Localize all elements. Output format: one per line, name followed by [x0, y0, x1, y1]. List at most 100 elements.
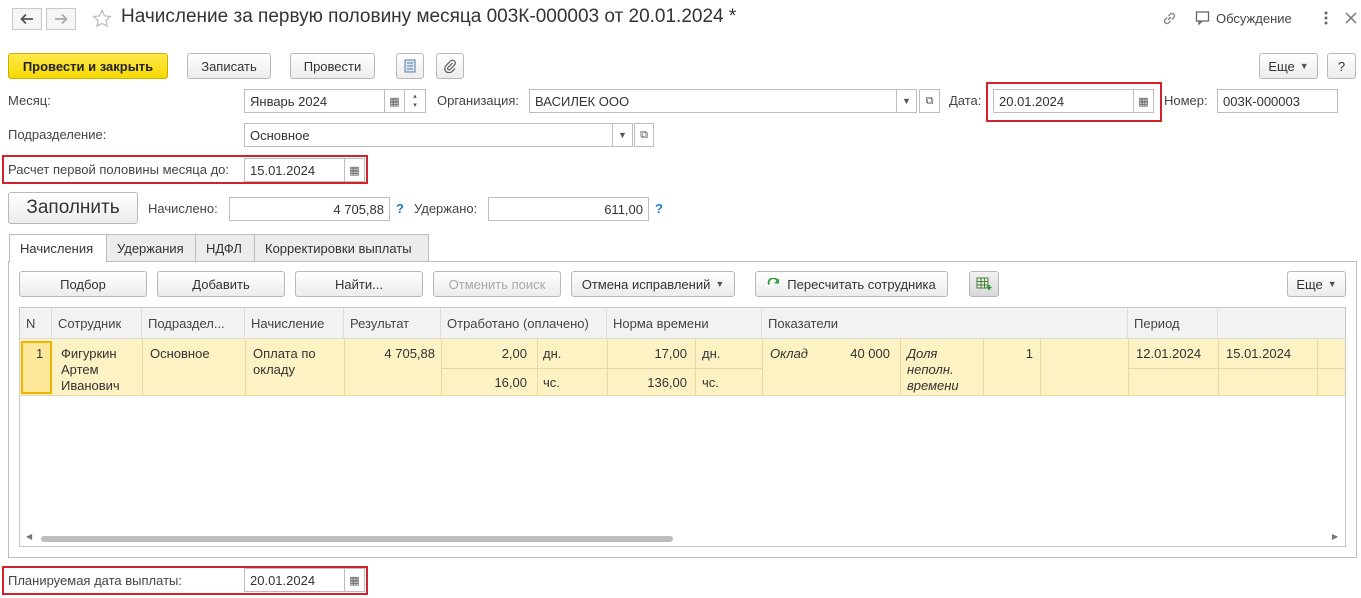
row-number: 1 [36, 346, 44, 361]
link-icon[interactable] [1161, 10, 1178, 27]
withheld-field: 611,00 [488, 197, 649, 221]
add-button[interactable]: Добавить [157, 271, 285, 297]
help-button[interactable]: ? [1327, 53, 1356, 79]
column-header-division[interactable]: Подраздел... [142, 308, 245, 339]
caret-down-icon: ▼ [1327, 279, 1337, 289]
forward-button[interactable] [46, 8, 76, 30]
division-open-button[interactable]: ⧉ [634, 123, 654, 147]
month-label: Месяц: [8, 93, 51, 108]
favorite-star-icon[interactable] [92, 9, 112, 28]
indicator1-value: 40 000 [850, 346, 890, 361]
withheld-help-link[interactable]: ? [655, 201, 663, 216]
tab-deductions[interactable]: Удержания [106, 234, 196, 262]
number-label: Номер: [1164, 93, 1208, 108]
accruals-table: N Сотрудник Подраздел... Начисление Резу… [19, 307, 1346, 547]
recalculate-employee-button[interactable]: Пересчитать сотрудника [755, 271, 948, 297]
period-end-cell: 15.01.2024 [1226, 346, 1292, 361]
employee-name-line2: Артем [61, 362, 99, 377]
column-header-period-end[interactable] [1218, 308, 1345, 339]
column-header-indicators[interactable]: Показатели [762, 308, 1128, 339]
find-button[interactable]: Найти... [295, 271, 423, 297]
worked-hours-cell: 16,00 [494, 375, 527, 390]
worked-days-cell: 2,00 [501, 346, 527, 361]
organization-label: Организация: [437, 93, 520, 108]
scroll-left-icon[interactable]: ◀ [26, 532, 32, 541]
organization-open-button[interactable]: ⧉ [919, 89, 940, 113]
scrollbar-thumb[interactable] [41, 536, 673, 542]
print-report-button[interactable] [396, 53, 424, 79]
column-header-norm[interactable]: Норма времени [607, 308, 762, 339]
recalculate-employee-label: Пересчитать сотрудника [787, 276, 936, 292]
open-form-icon: ⧉ [640, 128, 648, 141]
tab-ndfl[interactable]: НДФЛ [195, 234, 255, 262]
division-label: Подразделение: [8, 127, 107, 142]
more-label: Еще [1268, 58, 1295, 74]
document-list-icon [404, 59, 416, 73]
arrow-left-icon [20, 13, 33, 25]
indicator2-name-line3: времени [907, 378, 959, 393]
table-settings-button[interactable] [969, 271, 999, 297]
post-and-close-button[interactable]: Провести и закрыть [8, 53, 168, 79]
division-dropdown-button[interactable]: ▼ [612, 123, 633, 147]
accrual-line1: Оплата по [253, 346, 316, 361]
cancel-corrections-label: Отмена исправлений [581, 276, 711, 292]
norm-hours-cell: 136,00 [647, 375, 687, 390]
discussion-link[interactable]: Обсуждение [1216, 11, 1292, 26]
caret-down-icon: ▼ [1299, 61, 1309, 71]
grid-more-button[interactable]: Еще ▼ [1287, 271, 1346, 297]
month-calendar-button[interactable]: ▦ [384, 89, 405, 113]
stepper-up-icon: ▴ [413, 93, 417, 100]
planned-payment-highlight-box [2, 566, 368, 595]
discussion-icon[interactable] [1195, 10, 1212, 26]
date-highlight-box [986, 82, 1162, 122]
accrued-help-link[interactable]: ? [396, 201, 404, 216]
number-field[interactable]: 003К-000003 [1217, 89, 1338, 113]
grid-more-label: Еще [1296, 276, 1323, 292]
cancel-search-button[interactable]: Отменить поиск [433, 271, 561, 297]
column-header-employee[interactable]: Сотрудник [52, 308, 142, 339]
cancel-corrections-button[interactable]: Отмена исправлений ▼ [571, 271, 735, 297]
organization-field[interactable]: ВАСИЛЕК ООО [529, 89, 897, 113]
worked-hours-unit: чс. [543, 375, 560, 390]
worked-days-unit: дн. [543, 346, 562, 361]
more-vertical-icon[interactable] [1323, 10, 1329, 26]
post-button[interactable]: Провести [290, 53, 375, 79]
tab-payment-corrections[interactable]: Корректировки выплаты [254, 234, 429, 262]
table-add-icon [976, 277, 992, 290]
attach-file-button[interactable] [436, 53, 464, 79]
stepper-down-icon: ▾ [413, 102, 417, 109]
tab-accruals[interactable]: Начисления [9, 234, 107, 263]
column-header-worked[interactable]: Отработано (оплачено) [441, 308, 607, 339]
more-button[interactable]: Еще ▼ [1259, 53, 1318, 79]
calendar-icon: ▦ [389, 95, 400, 108]
month-field[interactable]: Январь 2024 [244, 89, 385, 113]
fill-button[interactable]: Заполнить [8, 192, 138, 224]
indicator1-name: Оклад [770, 346, 808, 361]
column-header-n[interactable]: N [20, 308, 52, 339]
indicator2-value: 1 [1025, 346, 1033, 361]
open-form-icon: ⧉ [925, 94, 934, 107]
caret-down-icon: ▼ [618, 130, 627, 140]
save-button[interactable]: Записать [187, 53, 271, 79]
column-header-period[interactable]: Период [1128, 308, 1218, 339]
indicator2-name-line2: неполн. [907, 362, 954, 377]
column-header-accrual[interactable]: Начисление [245, 308, 344, 339]
close-icon[interactable] [1345, 12, 1357, 24]
withheld-label: Удержано: [414, 201, 478, 216]
employee-name-line1: Фигуркин [61, 346, 117, 361]
norm-hours-unit: чс. [702, 375, 719, 390]
back-button[interactable] [12, 8, 42, 30]
division-field[interactable]: Основное [244, 123, 613, 147]
refresh-icon [768, 277, 780, 285]
employee-name-line3: Иванович [61, 378, 120, 393]
organization-dropdown-button[interactable]: ▼ [896, 89, 917, 113]
page-title: Начисление за первую половину месяца 003… [121, 6, 737, 27]
select-button[interactable]: Подбор [19, 271, 147, 297]
scroll-right-icon[interactable]: ▶ [1332, 532, 1338, 541]
caret-down-icon: ▼ [715, 279, 725, 289]
column-header-result[interactable]: Результат [344, 308, 441, 339]
month-stepper[interactable]: ▴ ▾ [404, 89, 426, 113]
paperclip-icon [444, 59, 456, 73]
horizontal-scrollbar[interactable]: ◀ ▶ [19, 532, 1346, 545]
caret-down-icon: ▼ [902, 96, 911, 106]
